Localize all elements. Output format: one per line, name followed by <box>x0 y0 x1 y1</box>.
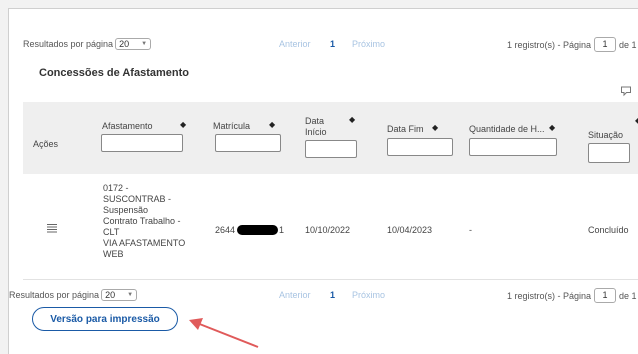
filter-input-afastamento[interactable] <box>101 134 183 152</box>
data-fim-cell: 10/04/2023 <box>387 225 433 235</box>
header-situacao[interactable]: Situação <box>588 130 623 140</box>
redaction-mark <box>237 225 278 235</box>
afastamento-cell: 0172 - SUSCONTRAB - Suspensão Contrato T… <box>103 183 213 260</box>
records-info: 1 registro(s) - Página 1 de 1 <box>507 288 637 303</box>
page-input[interactable]: 1 <box>594 288 617 303</box>
next-page-link[interactable]: Próximo <box>352 290 385 300</box>
prev-page-link[interactable]: Anterior <box>279 290 311 300</box>
afastamento-line: WEB <box>103 249 124 259</box>
header-afastamento[interactable]: Afastamento <box>102 121 153 131</box>
chevron-down-icon: ▼ <box>141 41 148 47</box>
filter-input-data-fim[interactable] <box>387 138 453 156</box>
data-inicio-cell: 10/10/2022 <box>305 225 351 235</box>
matricula-suffix: 1 <box>279 225 285 235</box>
sort-icon[interactable]: ◆ <box>432 123 438 132</box>
header-data-inicio-line2[interactable]: Início <box>305 127 327 137</box>
per-page-select[interactable]: 20 ▼ <box>115 38 152 50</box>
per-page-label: Resultados por página <box>23 39 114 49</box>
chevron-down-icon: ▼ <box>127 292 134 298</box>
content-panel: Resultados por página 20 ▼ Anterior 1 Pr… <box>8 8 638 354</box>
filter-input-matricula[interactable] <box>215 134 281 152</box>
filter-input-situacao[interactable] <box>588 143 630 163</box>
header-quantidade[interactable]: Quantidade de H... <box>469 124 545 134</box>
page-number-link[interactable]: 1 <box>330 39 335 49</box>
situacao-cell: Concluído <box>588 225 629 235</box>
section-title: Concessões de Afastamento <box>39 67 189 79</box>
comment-icon[interactable] <box>620 85 632 97</box>
sort-icon[interactable]: ◆ <box>180 120 186 129</box>
sort-icon[interactable]: ◆ <box>269 120 275 129</box>
sort-icon[interactable]: ◆ <box>349 115 355 124</box>
per-page-control: Resultados por página 20 ▼ <box>9 289 138 301</box>
per-page-value: 20 <box>105 290 116 300</box>
sort-icon[interactable]: ◆ <box>549 123 555 132</box>
filter-input-quantidade[interactable] <box>469 138 557 156</box>
afastamento-line: Contrato Trabalho - <box>103 216 181 226</box>
afastamento-line: 0172 - <box>103 183 129 193</box>
records-label: 1 registro(s) - Página <box>507 39 592 50</box>
header-acoes: Ações <box>33 139 59 149</box>
afastamento-line: CLT <box>103 227 120 237</box>
table-header: Ações Afastamento ◆ Matrícula ◆ Data Iní… <box>23 102 638 174</box>
per-page-value: 20 <box>119 39 130 49</box>
filter-input-data-inicio[interactable] <box>305 140 357 158</box>
per-page-select[interactable]: 20 ▼ <box>101 289 138 301</box>
of-pages-label: de 1 <box>619 290 637 301</box>
header-matricula[interactable]: Matrícula <box>213 121 250 131</box>
afastamento-line: Suspensão <box>103 205 149 215</box>
quantidade-cell: - <box>469 225 472 235</box>
header-data-inicio-line1[interactable]: Data <box>305 116 324 126</box>
top-pager: Resultados por página 20 ▼ Anterior 1 Pr… <box>9 34 638 56</box>
menu-lines-icon[interactable] <box>47 223 57 233</box>
next-page-link[interactable]: Próximo <box>352 39 385 49</box>
per-page-control: Resultados por página 20 ▼ <box>23 38 152 50</box>
afastamento-line: SUSCONTRAB - <box>103 194 172 204</box>
table-row: 0172 - SUSCONTRAB - Suspensão Contrato T… <box>23 175 638 280</box>
page-input[interactable]: 1 <box>594 37 617 52</box>
prev-page-link[interactable]: Anterior <box>279 39 311 49</box>
per-page-label: Resultados por página <box>9 290 100 300</box>
print-version-button[interactable]: Versão para impressão <box>32 307 178 331</box>
records-label: 1 registro(s) - Página <box>507 290 592 301</box>
header-data-fim[interactable]: Data Fim <box>387 124 424 134</box>
records-info: 1 registro(s) - Página 1 de 1 <box>507 37 637 52</box>
bottom-pager: Resultados por página 20 ▼ Anterior 1 Pr… <box>9 285 638 307</box>
of-pages-label: de 1 <box>619 39 637 50</box>
page-number-link[interactable]: 1 <box>330 290 335 300</box>
afastamento-line: VIA AFASTAMENTO <box>103 238 186 248</box>
matricula-prefix: 2644 <box>215 225 236 235</box>
